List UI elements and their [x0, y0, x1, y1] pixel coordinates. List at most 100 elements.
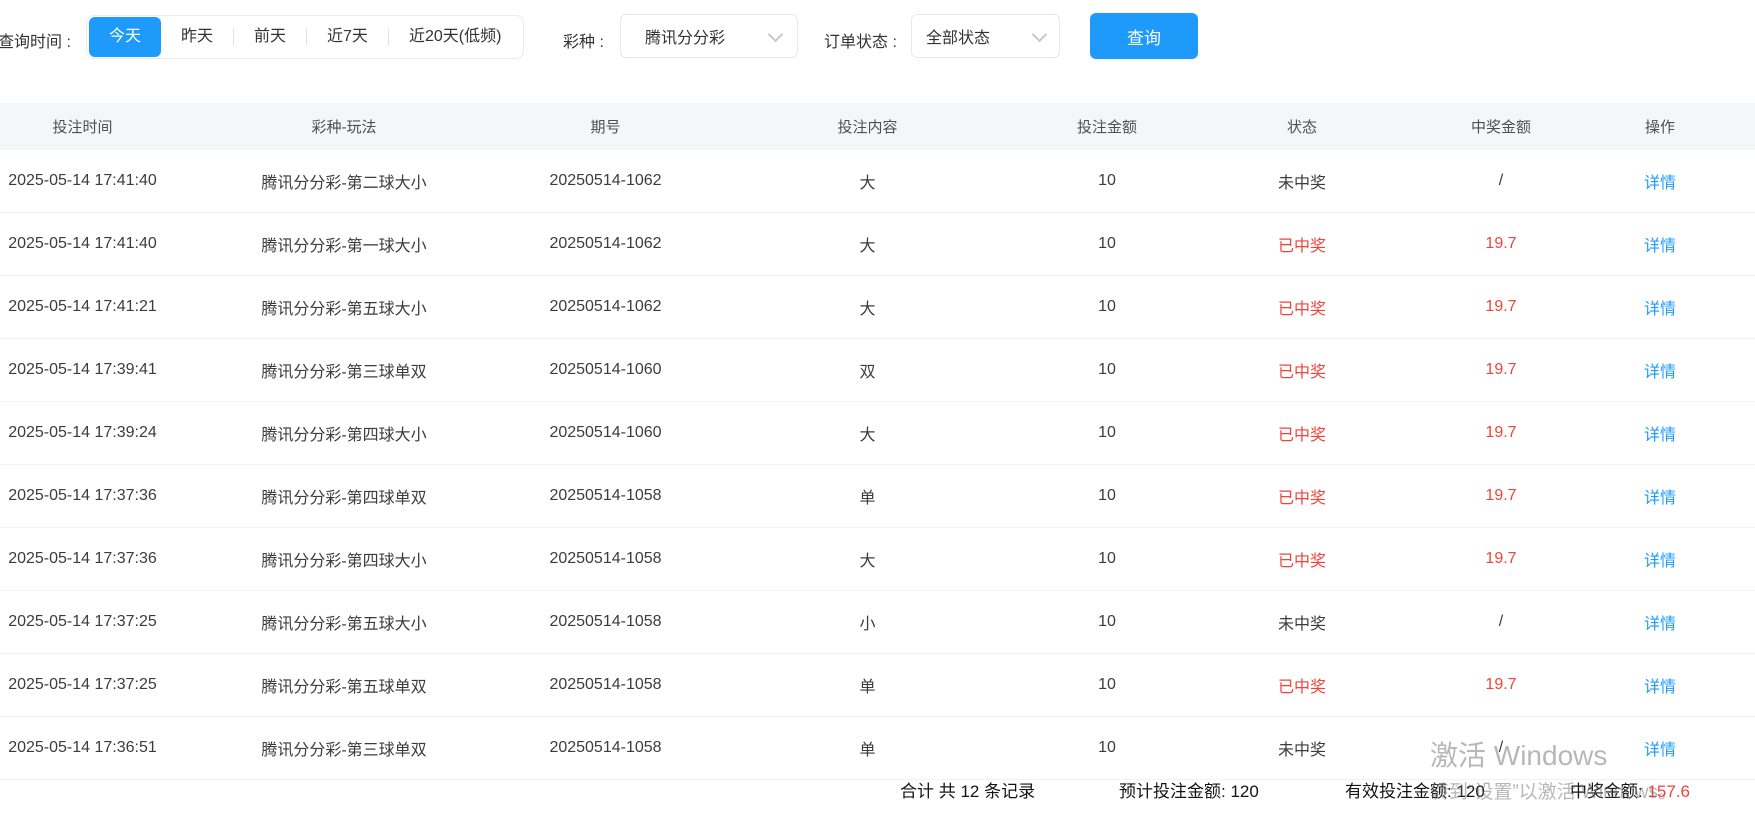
detail-link[interactable]: 详情 [1644, 616, 1676, 633]
column-header: 投注内容 [688, 103, 1047, 150]
detail-link[interactable]: 详情 [1644, 238, 1676, 255]
orders-table: 投注时间 彩种-玩法 期号 投注内容 投注金额 状态 中奖金额 操作 2025-05-14 1… [0, 103, 1755, 780]
search-button[interactable]: 查询 [1090, 13, 1198, 59]
table-row: 2025-05-14 17:37:25 腾讯分分彩-第五球单双 20250514… [0, 653, 1755, 717]
order-status-select[interactable]: 全部状态 [911, 14, 1060, 58]
time-option[interactable]: 近20天(低频) [389, 17, 521, 57]
cell-bet-amount: 10 [1047, 212, 1167, 276]
cell-bet-content: 大 [688, 212, 1047, 276]
summary-prize-amount: 中奖金额: 157.6 [1570, 782, 1690, 801]
cell-action: 详情 [1565, 464, 1755, 528]
detail-link[interactable]: 详情 [1644, 490, 1676, 507]
cell-bet-amount: 10 [1047, 527, 1167, 591]
detail-link[interactable]: 详情 [1644, 679, 1676, 696]
detail-link[interactable]: 详情 [1644, 175, 1676, 192]
cell-prize-amount: / [1437, 150, 1565, 213]
time-option[interactable]: 前天 [234, 17, 306, 57]
table-header-row: 投注时间 彩种-玩法 期号 投注内容 投注金额 状态 中奖金额 操作 [0, 103, 1755, 150]
cell-prize-amount: / [1437, 716, 1565, 780]
cell-bet-amount: 10 [1047, 150, 1167, 213]
cell-bet-time: 2025-05-14 17:41:40 [0, 212, 165, 276]
cell-action: 详情 [1565, 590, 1755, 654]
cell-bet-content: 单 [688, 464, 1047, 528]
cell-action: 详情 [1565, 212, 1755, 276]
cell-issue-number: 20250514-1058 [523, 653, 688, 717]
cell-bet-time: 2025-05-14 17:39:24 [0, 401, 165, 465]
table-row: 2025-05-14 17:36:51 腾讯分分彩-第三球单双 20250514… [0, 716, 1755, 780]
time-range-group: 今天 昨天 前天 近7天 近20天(低频) [86, 15, 525, 59]
cell-action: 详情 [1565, 401, 1755, 465]
cell-status: 未中奖 [1167, 590, 1437, 654]
query-time-label: 查询时间 : [0, 34, 71, 51]
time-option[interactable]: 近7天 [307, 17, 388, 57]
cell-status: 已中奖 [1167, 464, 1437, 528]
cell-bet-amount: 10 [1047, 716, 1167, 780]
cell-bet-content: 单 [688, 716, 1047, 780]
detail-link[interactable]: 详情 [1644, 364, 1676, 381]
cell-lottery-play: 腾讯分分彩-第四球大小 [165, 401, 523, 465]
cell-lottery-play: 腾讯分分彩-第二球大小 [165, 150, 523, 213]
cell-status: 已中奖 [1167, 653, 1437, 717]
cell-lottery-play: 腾讯分分彩-第五球大小 [165, 275, 523, 339]
table-row: 2025-05-14 17:41:40 腾讯分分彩-第一球大小 20250514… [0, 212, 1755, 276]
cell-status: 未中奖 [1167, 150, 1437, 213]
chevron-down-icon [1031, 26, 1048, 42]
summary-record-count: 合计 共 12 条记录 [900, 782, 1036, 801]
column-header: 中奖金额 [1437, 103, 1565, 150]
cell-bet-time: 2025-05-14 17:41:21 [0, 275, 165, 339]
detail-link[interactable]: 详情 [1644, 301, 1676, 318]
detail-link[interactable]: 详情 [1644, 553, 1676, 570]
lottery-type-label: 彩种 : [563, 34, 604, 51]
cell-status: 未中奖 [1167, 716, 1437, 780]
cell-bet-content: 单 [688, 653, 1047, 717]
cell-bet-time: 2025-05-14 17:37:25 [0, 590, 165, 654]
cell-action: 详情 [1565, 716, 1755, 780]
column-header: 操作 [1565, 103, 1755, 150]
cell-bet-content: 双 [688, 338, 1047, 402]
cell-bet-content: 大 [688, 275, 1047, 339]
cell-issue-number: 20250514-1058 [523, 527, 688, 591]
cell-issue-number: 20250514-1062 [523, 150, 688, 213]
cell-bet-time: 2025-05-14 17:37:36 [0, 527, 165, 591]
cell-bet-amount: 10 [1047, 464, 1167, 528]
cell-action: 详情 [1565, 338, 1755, 402]
chevron-down-icon [767, 26, 784, 42]
cell-prize-amount: 19.7 [1437, 338, 1565, 402]
cell-issue-number: 20250514-1062 [523, 275, 688, 339]
cell-lottery-play: 腾讯分分彩-第一球大小 [165, 212, 523, 276]
cell-bet-time: 2025-05-14 17:36:51 [0, 716, 165, 780]
table-row: 2025-05-14 17:41:21 腾讯分分彩-第五球大小 20250514… [0, 275, 1755, 339]
cell-prize-amount: 19.7 [1437, 527, 1565, 591]
cell-bet-amount: 10 [1047, 401, 1167, 465]
cell-bet-content: 小 [688, 590, 1047, 654]
table-row: 2025-05-14 17:39:24 腾讯分分彩-第四球大小 20250514… [0, 401, 1755, 465]
detail-link[interactable]: 详情 [1644, 742, 1676, 759]
lottery-type-select[interactable]: 腾讯分分彩 [620, 14, 798, 58]
cell-bet-time: 2025-05-14 17:41:40 [0, 150, 165, 213]
time-option[interactable]: 今天 [89, 17, 161, 57]
cell-bet-amount: 10 [1047, 590, 1167, 654]
cell-prize-amount: 19.7 [1437, 275, 1565, 339]
table-row: 2025-05-14 17:39:41 腾讯分分彩-第三球单双 20250514… [0, 338, 1755, 402]
detail-link[interactable]: 详情 [1644, 427, 1676, 444]
column-header: 期号 [523, 103, 688, 150]
cell-bet-content: 大 [688, 150, 1047, 213]
time-option[interactable]: 昨天 [161, 17, 233, 57]
cell-status: 已中奖 [1167, 401, 1437, 465]
order-status-value: 全部状态 [926, 30, 991, 47]
cell-lottery-play: 腾讯分分彩-第四球大小 [165, 527, 523, 591]
table-body: 2025-05-14 17:41:40 腾讯分分彩-第二球大小 20250514… [0, 150, 1755, 780]
cell-bet-time: 2025-05-14 17:39:41 [0, 338, 165, 402]
column-header: 状态 [1167, 103, 1437, 150]
table-row: 2025-05-14 17:37:36 腾讯分分彩-第四球单双 20250514… [0, 464, 1755, 528]
cell-status: 已中奖 [1167, 527, 1437, 591]
cell-issue-number: 20250514-1060 [523, 401, 688, 465]
cell-lottery-play: 腾讯分分彩-第四球单双 [165, 464, 523, 528]
column-header: 投注金额 [1047, 103, 1167, 150]
cell-status: 已中奖 [1167, 338, 1437, 402]
cell-prize-amount: 19.7 [1437, 401, 1565, 465]
cell-issue-number: 20250514-1062 [523, 212, 688, 276]
table-row: 2025-05-14 17:37:36 腾讯分分彩-第四球大小 20250514… [0, 527, 1755, 591]
cell-issue-number: 20250514-1058 [523, 590, 688, 654]
cell-action: 详情 [1565, 527, 1755, 591]
